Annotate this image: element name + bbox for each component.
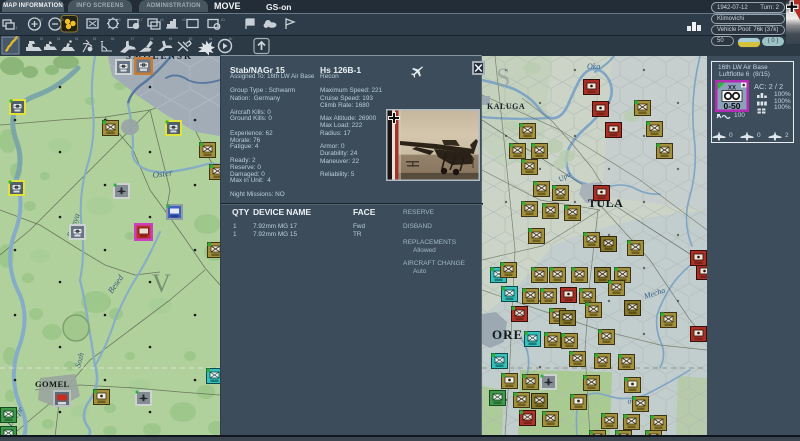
svg-text:GOMEL: GOMEL — [35, 379, 70, 389]
svg-text:r8: r8 — [160, 17, 164, 22]
svg-text:f9: f9 — [169, 36, 173, 41]
svg-text:f3: f3 — [57, 36, 61, 41]
svg-text:f0: f0 — [189, 36, 193, 41]
svg-text:r9: r9 — [182, 17, 186, 22]
svg-text:f4: f4 — [75, 36, 79, 41]
svg-text:fa: fa — [209, 36, 213, 41]
svg-text:Oka: Oka — [587, 62, 600, 71]
svg-text:r5: r5 — [96, 17, 100, 22]
svg-text:f6: f6 — [111, 36, 115, 41]
svg-text:r1: r1 — [14, 25, 18, 30]
svg-text:S: S — [496, 63, 510, 92]
svg-text:f5: f5 — [93, 36, 97, 41]
svg-text:f2: f2 — [40, 36, 44, 41]
svg-text:f7: f7 — [131, 36, 135, 41]
svg-text:r6: r6 — [117, 17, 121, 22]
svg-text:fb: fb — [229, 36, 233, 41]
svg-text:f8: f8 — [150, 36, 154, 41]
svg-text:0-50: 0-50 — [723, 101, 740, 111]
svg-text:KALUGA: KALUGA — [487, 102, 525, 111]
svg-text:ORE: ORE — [492, 327, 523, 342]
svg-text:r2: r2 — [39, 17, 43, 22]
svg-text:r0: r0 — [221, 17, 225, 22]
svg-text:V: V — [152, 269, 171, 298]
svg-text:r7: r7 — [139, 17, 143, 22]
